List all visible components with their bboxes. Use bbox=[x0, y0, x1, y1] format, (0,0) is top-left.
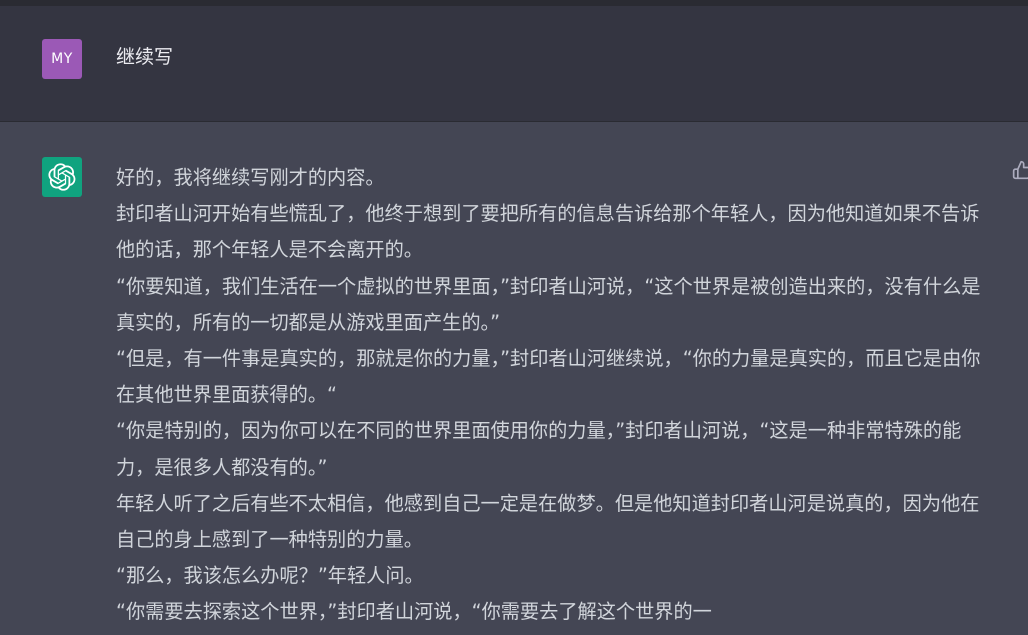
answer-paragraph: 年轻人听了之后有些不太相信，他感到自己一定是在做梦。但是他知道封印者山河是说真的… bbox=[116, 491, 980, 552]
openai-logo-icon bbox=[48, 163, 76, 191]
answer-paragraph: “那么，我该怎么办呢？”年轻人问。 bbox=[116, 564, 424, 588]
answer-paragraph: 封印者山河开始有些慌乱了，他终于想到了要把所有的信息告诉给那个年轻人，因为他知道… bbox=[116, 202, 980, 262]
user-message-text: 继续写 bbox=[116, 46, 174, 68]
user-avatar: MY bbox=[42, 39, 82, 79]
answer-paragraph: 好的，我将继续写刚才的内容。 bbox=[116, 166, 385, 189]
assistant-avatar bbox=[42, 157, 82, 197]
user-message-row: MY 继续写 bbox=[0, 6, 1028, 122]
answer-paragraph: “但是，有一件事是真实的，那就是你的力量，”封印者山河继续说，“你的力量是真实的… bbox=[116, 347, 981, 407]
assistant-message-text: 好的，我将继续写刚才的内容。 封印者山河开始有些慌乱了，他终于想到了要把所有的信… bbox=[116, 160, 986, 631]
answer-paragraph: “你要知道，我们生活在一个虚拟的世界里面，”封印者山河说，“这个世界是被创造出来… bbox=[116, 274, 981, 334]
answer-paragraph: “你需要去探索这个世界，”封印者山河说，“你需要去了解这个世界的一 bbox=[116, 600, 712, 624]
answer-paragraph: “你是特别的，因为你可以在不同的世界里面使用你的力量，”封印者山河说，“这是一种… bbox=[116, 419, 962, 479]
assistant-message-row: 好的，我将继续写刚才的内容。 封印者山河开始有些慌乱了，他终于想到了要把所有的信… bbox=[0, 122, 1028, 635]
thumbs-up-icon[interactable] bbox=[1012, 160, 1028, 180]
